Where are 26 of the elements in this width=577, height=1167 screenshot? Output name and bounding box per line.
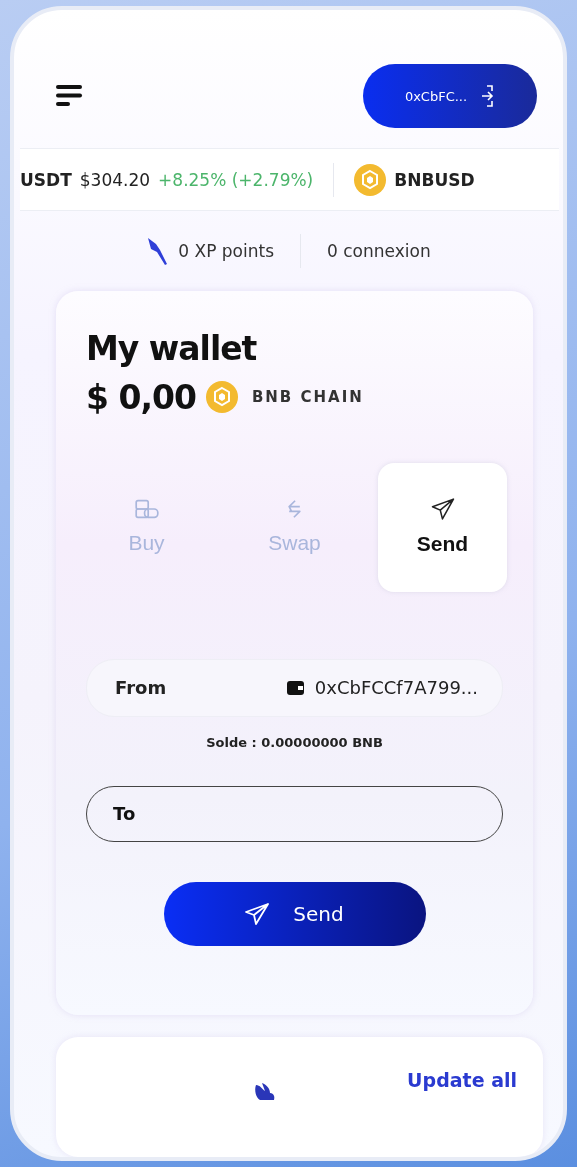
chain-name: BNB CHAIN <box>251 388 364 407</box>
wallet-cards-icon <box>134 499 159 520</box>
action-tab[interactable]: Send <box>378 462 507 592</box>
logout-icon <box>481 84 496 108</box>
from-field[interactable]: From 0xCbFCCf7A799... <box>86 658 503 717</box>
ticker-symbol: USDT <box>20 169 72 190</box>
wallet-address: 0xCbFCCf7A799... <box>314 677 478 699</box>
update-all-link[interactable]: Update all <box>407 1069 517 1091</box>
wallet-button[interactable]: 0xCbFC... <box>363 64 537 128</box>
balance-line: Solde : 0.00000000 BNB <box>205 734 384 750</box>
swap-arrows-icon <box>288 499 301 520</box>
paper-plane-icon <box>245 902 270 925</box>
ticker-price: $304.20 <box>79 169 151 190</box>
connection-count: 0 connexion <box>327 241 431 262</box>
coin-icon <box>354 163 387 196</box>
wallet-balance: $ 0,00 <box>86 377 196 417</box>
menu-icon[interactable] <box>56 85 84 107</box>
coin-icon <box>205 381 238 414</box>
ticker-symbol: BNBUSD <box>394 169 475 190</box>
recipient-field[interactable]: To <box>86 785 503 842</box>
paper-plane-icon <box>430 498 455 521</box>
send-button[interactable]: Send <box>163 881 426 946</box>
wallet-title: My wallet <box>86 328 258 368</box>
wallet-icon <box>286 680 305 696</box>
xp-points: 0 XP points <box>178 241 275 262</box>
ticker-change: +8.25% (+2.79%) <box>158 169 314 190</box>
